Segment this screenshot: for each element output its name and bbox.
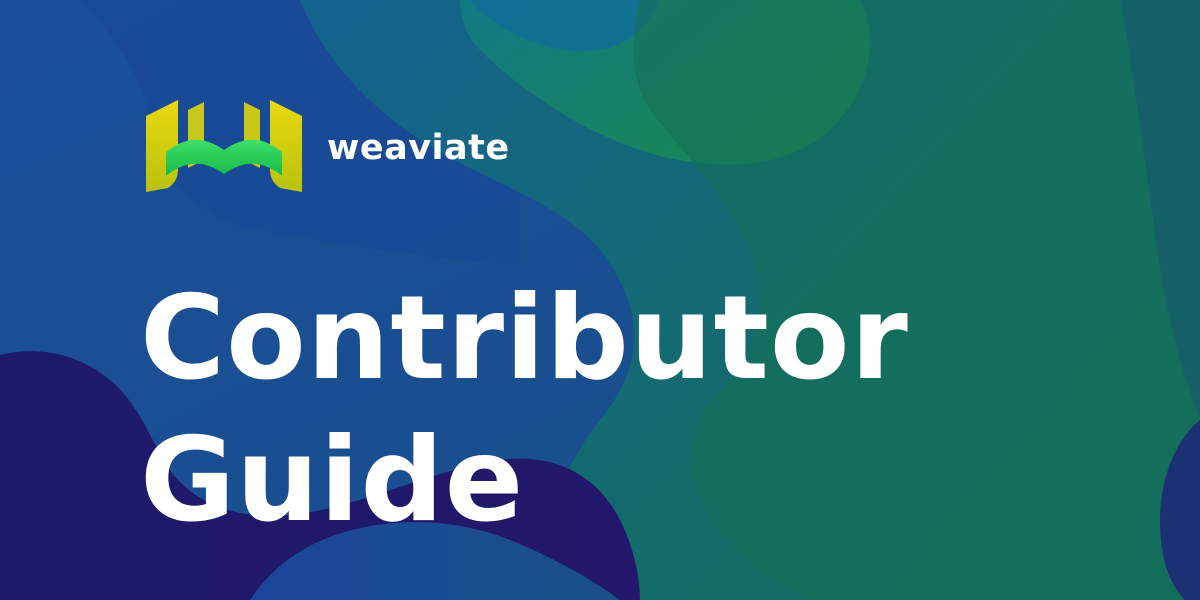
title-line-2: Guide (140, 413, 525, 548)
banner-card: weaviate Contributor Guide (0, 0, 1200, 600)
title-line-1: Contributor (140, 271, 909, 406)
page-title: Contributor Guide (140, 268, 909, 552)
brand-name: weaviate (327, 128, 510, 168)
weaviate-w-logo-icon (146, 100, 302, 192)
